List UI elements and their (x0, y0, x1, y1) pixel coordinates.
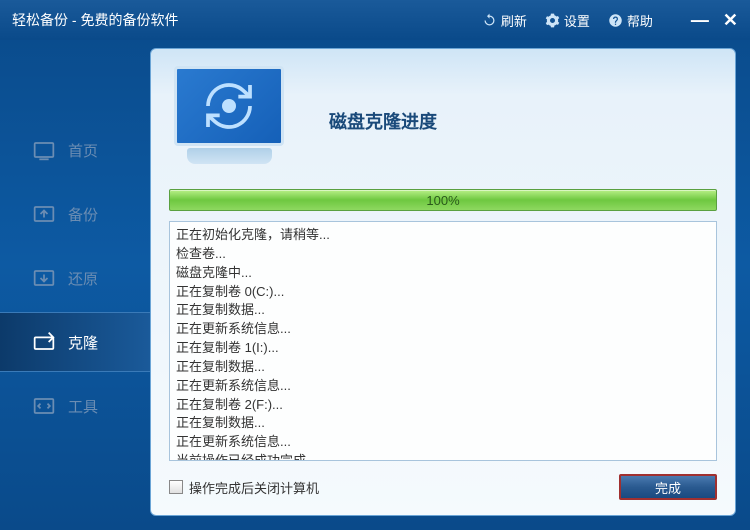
sync-gear-icon (201, 78, 257, 134)
help-icon (608, 13, 623, 28)
shutdown-checkbox[interactable]: 操作完成后关闭计算机 (169, 478, 319, 497)
sidebar-item-label: 备份 (68, 204, 98, 225)
window-controls: — ✕ (691, 10, 738, 31)
sidebar-item-backup[interactable]: 备份 (0, 184, 150, 244)
refresh-button[interactable]: 刷新 (482, 11, 527, 30)
sidebar-item-clone[interactable]: 克隆 (0, 312, 150, 372)
progress-section: 100% (169, 189, 717, 211)
sidebar-item-label: 首页 (68, 140, 98, 161)
main-layout: 首页 备份 还原 克隆 工具 (0, 40, 750, 530)
tools-icon (30, 392, 58, 420)
app-title: 轻松备份 - 免费的备份软件 (12, 10, 482, 30)
sidebar-item-label: 克隆 (68, 332, 98, 353)
sidebar-item-restore[interactable]: 还原 (0, 248, 150, 308)
settings-label: 设置 (564, 11, 590, 30)
footer: 操作完成后关闭计算机 完成 (169, 473, 717, 501)
checkbox-label: 操作完成后关闭计算机 (189, 478, 319, 497)
monitor-graphic (169, 66, 289, 176)
log-output[interactable]: 正在初始化克隆，请稍等... 检查卷... 磁盘克隆中... 正在复制卷 0(C… (169, 221, 717, 461)
hero: 磁盘克隆进度 (169, 61, 717, 181)
close-button[interactable]: ✕ (723, 10, 738, 31)
refresh-label: 刷新 (501, 11, 527, 30)
clone-icon (30, 328, 58, 356)
sidebar-item-tools[interactable]: 工具 (0, 376, 150, 436)
minimize-button[interactable]: — (691, 10, 709, 31)
settings-button[interactable]: 设置 (545, 11, 590, 30)
home-icon (30, 136, 58, 164)
titlebar: 轻松备份 - 免费的备份软件 刷新 设置 帮助 — ✕ (0, 0, 750, 40)
sidebar-item-label: 工具 (68, 396, 98, 417)
content-panel: 磁盘克隆进度 100% 正在初始化克隆，请稍等... 检查卷... 磁盘克隆中.… (150, 48, 736, 516)
sidebar: 首页 备份 还原 克隆 工具 (0, 40, 150, 530)
finish-button[interactable]: 完成 (619, 474, 717, 500)
backup-icon (30, 200, 58, 228)
progress-bar: 100% (169, 189, 717, 211)
progress-percent: 100% (170, 190, 716, 212)
checkbox-box (169, 480, 183, 494)
gear-icon (545, 13, 560, 28)
refresh-icon (482, 13, 497, 28)
help-button[interactable]: 帮助 (608, 11, 653, 30)
titlebar-actions: 刷新 设置 帮助 — ✕ (482, 10, 738, 31)
sidebar-item-label: 还原 (68, 268, 98, 289)
help-label: 帮助 (627, 11, 653, 30)
sidebar-item-home[interactable]: 首页 (0, 120, 150, 180)
restore-icon (30, 264, 58, 292)
page-title: 磁盘克隆进度 (329, 108, 437, 134)
